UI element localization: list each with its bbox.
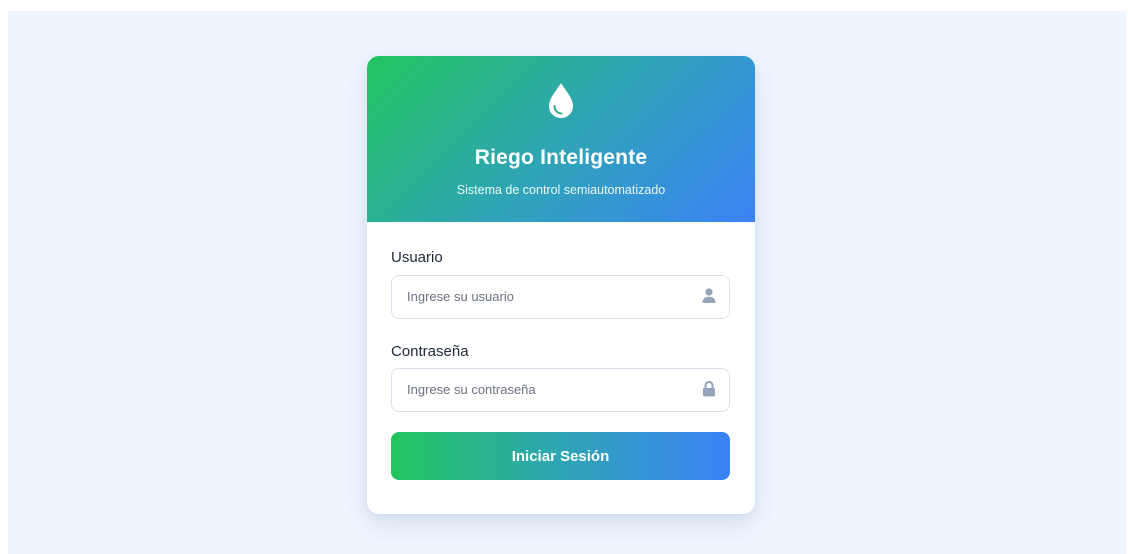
login-card: Riego Inteligente Sistema de control sem… [367, 56, 755, 514]
lock-icon [703, 380, 715, 397]
password-field [391, 368, 730, 412]
app-subtitle: Sistema de control semiautomatizado [456, 183, 666, 197]
page-background: Riego Inteligente Sistema de control sem… [8, 11, 1126, 554]
password-input[interactable] [392, 369, 697, 410]
user-icon [702, 288, 716, 303]
username-label: Usuario [391, 249, 443, 266]
login-button[interactable]: Iniciar Sesión [391, 432, 730, 480]
app-title: Riego Inteligente [474, 146, 648, 169]
water-drop-icon [549, 83, 573, 118]
password-label: Contraseña [391, 343, 469, 360]
username-input[interactable] [392, 276, 697, 317]
username-field [391, 275, 730, 319]
card-header: Riego Inteligente Sistema de control sem… [367, 56, 755, 222]
